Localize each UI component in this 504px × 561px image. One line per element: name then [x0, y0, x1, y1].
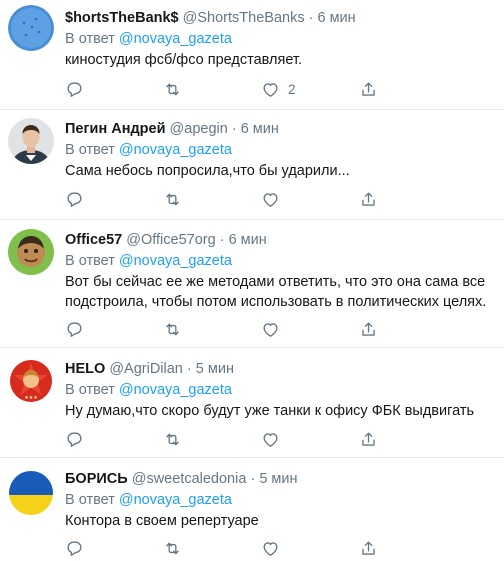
tweet-text-line: Сама небось попросила,что бы ударили...	[65, 163, 350, 179]
tweet-card[interactable]: БОРИСЬ @sweetcaledonia · 5 мин В ответ @…	[0, 458, 504, 561]
tweet-card[interactable]: Office57 @Office57org · 6 мин В ответ @n…	[0, 220, 504, 348]
author-handle[interactable]: @ShortsTheBanks	[183, 10, 305, 26]
separator-dot: ·	[231, 121, 237, 137]
tweet-text-line: Ну думаю,что скоро будут уже танки к офи…	[65, 403, 475, 419]
retweet-icon	[163, 80, 182, 99]
retweet-icon	[163, 539, 182, 558]
share-button[interactable]	[359, 538, 378, 558]
reply-icon	[65, 190, 84, 209]
like-button[interactable]	[261, 319, 280, 339]
retweet-button[interactable]	[163, 79, 182, 99]
share-icon	[359, 320, 378, 339]
reply-icon	[65, 539, 84, 558]
separator-dot: ·	[308, 10, 314, 26]
reply-icon	[65, 430, 84, 449]
author-handle[interactable]: @apegin	[170, 121, 228, 137]
author-name[interactable]: Office57	[65, 232, 122, 248]
tweet-card[interactable]: $hortsTheBank$ @ShortsTheBanks · 6 мин В…	[0, 0, 504, 110]
author-name[interactable]: HELO	[65, 361, 105, 377]
reply-to-link[interactable]: @novaya_gazeta	[119, 142, 232, 158]
author-handle[interactable]: @sweetcaledonia	[132, 471, 247, 487]
like-button[interactable]	[261, 189, 280, 209]
like-button[interactable]	[261, 538, 280, 558]
author-handle[interactable]: @AgriDilan	[109, 361, 183, 377]
reply-to-link[interactable]: @novaya_gazeta	[119, 253, 232, 269]
tweet-text-line: подстроила, чтобы потом использовать в п…	[65, 294, 487, 310]
reply-prefix: В ответ	[65, 492, 115, 508]
reply-button[interactable]	[65, 319, 84, 339]
tweet-text-line: Вот бы сейчас ее же методами ответить, ч…	[65, 274, 486, 290]
reply-to-link[interactable]: @novaya_gazeta	[119, 382, 232, 398]
share-button[interactable]	[359, 189, 378, 209]
avatar[interactable]	[8, 229, 54, 275]
share-button[interactable]	[359, 79, 378, 99]
reply-prefix: В ответ	[65, 253, 115, 269]
retweet-icon	[163, 430, 182, 449]
reply-prefix: В ответ	[65, 382, 115, 398]
reply-to-link[interactable]: @novaya_gazeta	[119, 492, 232, 508]
author-name[interactable]: Пегин Андрей	[65, 121, 166, 137]
reply-prefix: В ответ	[65, 31, 115, 47]
reply-button[interactable]	[65, 538, 84, 558]
tweet-card[interactable]: ★★★ HELO @AgriDilan · 5 мин В ответ @nov…	[0, 348, 504, 458]
retweet-icon	[163, 190, 182, 209]
reply-button[interactable]	[65, 189, 84, 209]
tweet-text: Контора в своем репертуаре	[65, 511, 498, 531]
avatar[interactable]: ★★★	[8, 358, 54, 404]
separator-dot: ·	[219, 232, 225, 248]
reply-prefix: В ответ	[65, 142, 115, 158]
tweet-text: Вот бы сейчас ее же методами ответить, ч…	[65, 272, 498, 312]
timestamp[interactable]: 5 мин	[196, 361, 234, 377]
share-button[interactable]	[359, 429, 378, 449]
separator-dot: ·	[250, 471, 256, 487]
like-count: 2	[288, 81, 296, 97]
retweet-button[interactable]	[163, 189, 182, 209]
author-handle[interactable]: @Office57org	[126, 232, 215, 248]
svg-text:★★★: ★★★	[24, 395, 38, 401]
reply-to-link[interactable]: @novaya_gazeta	[119, 31, 232, 47]
separator-dot: ·	[186, 361, 192, 377]
tweet-text: киностудия фсб/фсо представляет.	[65, 50, 498, 70]
tweet-text-line: Контора в своем репертуаре	[65, 513, 259, 529]
timestamp[interactable]: 6 мин	[241, 121, 279, 137]
reply-button[interactable]	[65, 429, 84, 449]
tweet-text: Ну думаю,что скоро будут уже танки к офи…	[65, 401, 498, 421]
tweet-text: Сама небось попросила,что бы ударили...	[65, 161, 498, 181]
like-button[interactable]: 2	[261, 79, 296, 99]
share-icon	[359, 190, 378, 209]
timestamp[interactable]: 6 мин	[229, 232, 267, 248]
timestamp[interactable]: 5 мин	[259, 471, 297, 487]
retweet-button[interactable]	[163, 319, 182, 339]
tweet-card[interactable]: Пегин Андрей @apegin · 6 мин В ответ @no…	[0, 110, 504, 220]
share-icon	[359, 539, 378, 558]
like-icon	[261, 190, 280, 209]
retweet-icon	[163, 320, 182, 339]
avatar[interactable]	[8, 470, 54, 516]
reply-icon	[65, 80, 84, 99]
author-name[interactable]: $hortsTheBank$	[65, 10, 179, 26]
retweet-button[interactable]	[163, 429, 182, 449]
like-icon	[261, 320, 280, 339]
reply-button[interactable]	[65, 79, 84, 99]
share-icon	[359, 430, 378, 449]
share-icon	[359, 80, 378, 99]
timestamp[interactable]: 6 мин	[317, 10, 355, 26]
retweet-button[interactable]	[163, 538, 182, 558]
avatar[interactable]	[8, 118, 54, 164]
like-icon	[261, 430, 280, 449]
share-button[interactable]	[359, 319, 378, 339]
author-name[interactable]: БОРИСЬ	[65, 471, 128, 487]
like-icon	[261, 539, 280, 558]
like-icon	[261, 80, 280, 99]
like-button[interactable]	[261, 429, 280, 449]
reply-icon	[65, 320, 84, 339]
tweet-text-line: киностудия фсб/фсо представляет.	[65, 52, 302, 68]
avatar[interactable]	[8, 5, 54, 51]
